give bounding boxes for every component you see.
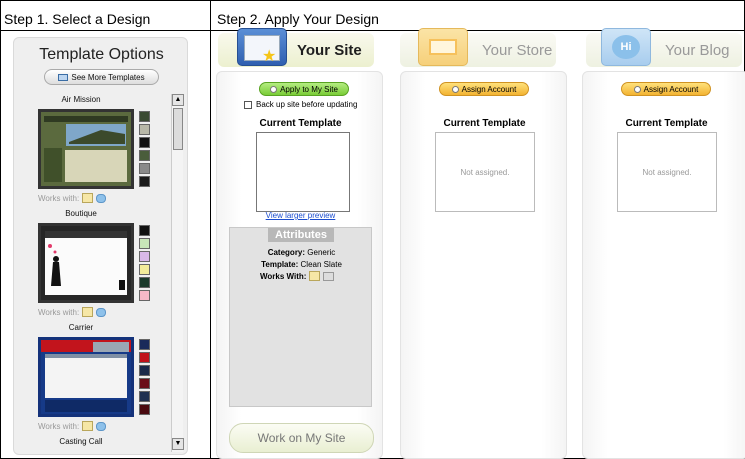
current-template-label: Current Template [443,118,526,129]
color-swatch[interactable] [139,176,150,187]
template-name: Boutique [65,209,97,218]
store-icon [309,271,321,281]
works-with-label: Works with: [38,193,80,203]
template-name: Air Mission [61,95,101,104]
assign-icon [451,85,459,93]
apply-icon [270,85,278,93]
color-swatch[interactable] [139,339,150,350]
scroll-thumb[interactable] [173,108,183,150]
step1-title: Step 1. Select a Design [4,11,151,27]
template-row: Template: Clean Slate [230,260,373,269]
color-swatch[interactable] [139,290,150,301]
template-options-heading: Template Options [39,46,164,63]
boutique-preview-image [41,226,131,300]
current-template-preview [256,132,350,212]
color-swatch[interactable] [139,365,150,376]
color-swatch[interactable] [139,137,150,148]
store-icon-large [418,28,468,66]
color-swatch[interactable] [139,238,150,249]
carrier-preview-image [41,340,131,414]
color-swatch[interactable] [139,391,150,402]
color-swatch[interactable] [139,111,150,122]
template-value: Clean Slate [300,260,342,269]
color-swatch[interactable] [139,251,150,262]
assign-button-label: Assign Account [461,84,517,94]
blog-icon [96,421,107,431]
blog-icon [96,193,107,203]
assign-account-blog-button[interactable]: Assign Account [621,82,711,96]
color-swatch[interactable] [139,163,150,174]
works-with-attr-row: Works With: [260,271,335,281]
see-more-templates-button[interactable]: See More Templates [44,69,159,85]
apply-button-label: Apply to My Site [280,84,338,94]
site-column-title: Your Site [297,42,362,59]
scroll-up-button[interactable]: ▲ [172,94,184,106]
color-swatch[interactable] [139,277,150,288]
works-with-row: Works with: [38,307,107,317]
cart-icon [323,271,335,281]
template-name: Carrier [68,323,94,332]
template-name: Casting Call [59,437,103,446]
works-with-attr-label: Works With: [260,271,307,281]
assign-icon [633,85,641,93]
attributes-title: Attributes [268,228,334,242]
step-divider [210,0,211,459]
template-options-panel: Template Options See More Templates Air … [13,37,188,455]
works-with-label: Works with: [38,307,80,317]
template-thumbnail[interactable] [38,109,134,189]
site-column-panel: Apply to My Site Back up site before upd… [216,71,383,459]
step2-title: Step 2. Apply Your Design [217,11,379,27]
color-swatch[interactable] [139,404,150,415]
color-swatch[interactable] [139,352,150,363]
category-value: Generic [307,248,336,257]
works-with-row: Works with: [38,193,107,203]
current-template-label: Current Template [259,118,342,129]
store-not-assigned: Not assigned. [435,132,535,212]
color-swatch[interactable] [139,378,150,389]
template-thumbnail[interactable] [38,223,134,303]
template-thumbnail[interactable] [38,337,134,417]
blog-column-panel: Assign Account Current Template Not assi… [582,71,745,459]
works-with-label: Works with: [38,421,80,431]
templates-icon [58,73,69,81]
color-swatch[interactable] [139,264,150,275]
scroll-down-button[interactable]: ▼ [172,438,184,450]
backup-row: Back up site before updating [244,100,357,109]
blog-not-assigned: Not assigned. [617,132,717,212]
attributes-panel: Attributes Category: Generic Template: C… [229,227,372,407]
air-mission-preview-image [41,112,131,186]
blog-hi-bubble: Hi [612,35,640,59]
color-swatch[interactable] [139,225,150,236]
see-more-label: See More Templates [71,72,145,82]
store-column-title: Your Store [482,42,553,59]
blog-icon-large: Hi [601,28,651,66]
blog-icon [96,307,107,317]
color-swatch[interactable] [139,124,150,135]
category-row: Category: Generic [230,248,373,257]
store-column-panel: Assign Account Current Template Not assi… [400,71,567,459]
site-icon: ★ [237,28,287,66]
store-icon [82,307,94,317]
backup-checkbox[interactable] [244,100,252,109]
color-swatch[interactable] [139,150,150,161]
works-with-row: Works with: [38,421,107,431]
category-label: Category: [267,248,306,257]
current-template-label: Current Template [625,118,708,129]
store-icon [82,421,94,431]
assign-account-store-button[interactable]: Assign Account [439,82,529,96]
blog-column-title: Your Blog [665,42,730,59]
view-larger-preview-link[interactable]: View larger preview [217,211,384,220]
template-label: Template: [261,260,299,269]
work-on-site-button[interactable]: Work on My Site [229,423,374,453]
template-list: Air Mission Works with: Boutique Works w… [14,94,169,454]
store-icon [82,193,94,203]
apply-to-site-button[interactable]: Apply to My Site [259,82,349,96]
assign-button-label: Assign Account [643,84,699,94]
template-list-scrollbar[interactable]: ▲ ▼ [171,94,184,452]
backup-label: Back up site before updating [256,100,358,109]
